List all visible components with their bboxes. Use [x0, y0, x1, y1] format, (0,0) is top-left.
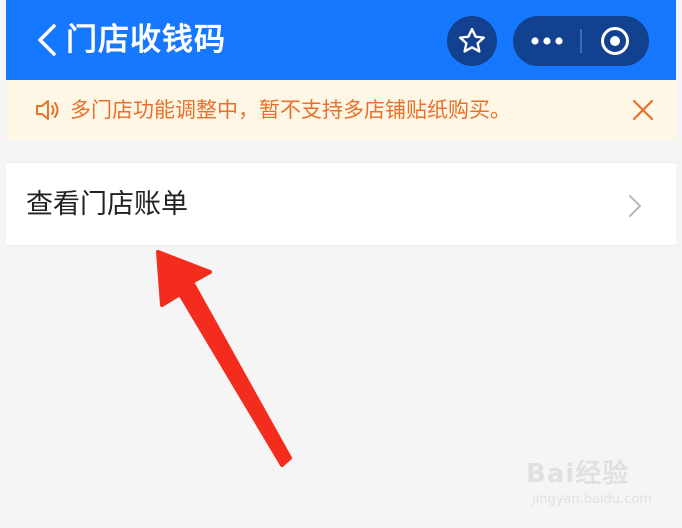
watermark-url: jingyan.baidu.com	[532, 492, 652, 507]
menu-item-store-bill[interactable]: 查看门店账单	[6, 162, 676, 246]
close-icon[interactable]	[630, 97, 656, 123]
favorite-button[interactable]	[447, 16, 497, 66]
section-gap	[6, 140, 676, 162]
more-button[interactable]	[513, 16, 581, 66]
page-title: 门店收钱码	[66, 22, 226, 58]
notice-text: 多门店功能调整中，暂不支持多店铺贴纸购买。	[70, 98, 511, 122]
watermark-logo: Bai经验	[526, 459, 630, 489]
back-button[interactable]	[32, 20, 62, 60]
header-bar: 门店收钱码	[6, 0, 676, 80]
star-icon	[458, 27, 486, 53]
miniapp-capsule	[513, 16, 649, 66]
chevron-left-icon	[38, 24, 56, 56]
notice-bar: 多门店功能调整中，暂不支持多店铺贴纸购买。	[6, 80, 676, 140]
more-dots-icon	[531, 37, 563, 45]
exit-miniapp-button[interactable]	[581, 16, 649, 66]
menu-item-label: 查看门店账单	[26, 189, 188, 220]
app-frame: 门店收钱码 多门店功能调整中，暂不支持多店铺贴纸购买。 查看门店账单 Bai经验…	[6, 0, 676, 528]
chevron-right-icon	[629, 195, 641, 217]
watermark: Bai经验 jingyan.baidu.com	[526, 458, 676, 518]
target-circle-icon	[601, 27, 629, 55]
speaker-icon	[36, 100, 59, 120]
